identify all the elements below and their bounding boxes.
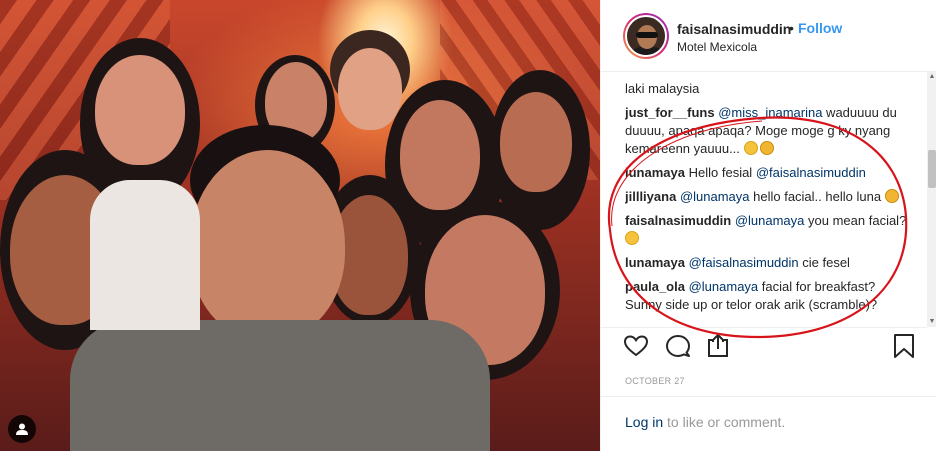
follow-button[interactable]: Follow: [798, 20, 842, 36]
separator-dot: •: [789, 20, 794, 36]
person-face: [400, 100, 480, 210]
comment-text: cie fesel: [798, 255, 850, 270]
avatar[interactable]: [623, 13, 669, 59]
divider: [601, 327, 927, 328]
comment-mention[interactable]: @faisalnasimuddin: [689, 255, 799, 270]
comment-bubble-icon[interactable]: [665, 333, 691, 359]
comment-item: laki malaysia: [625, 80, 909, 98]
comment-text: you mean facial?: [804, 213, 907, 228]
share-icon[interactable]: [705, 333, 731, 359]
person-shirt: [70, 320, 490, 451]
person-face: [500, 92, 572, 192]
tagged-users-button[interactable]: [8, 415, 36, 443]
heart-icon[interactable]: [623, 333, 649, 359]
person-shirt: [90, 180, 200, 330]
post-header: faisalnasimuddin • Follow Motel Mexicola: [601, 0, 936, 72]
comment-mention[interactable]: @lunamaya: [689, 279, 759, 294]
comments-scrollbar[interactable]: ▲ ▼: [927, 72, 936, 327]
comment-item: jillliyana @lunamaya hello facial.. hell…: [625, 188, 909, 206]
username-link[interactable]: faisalnasimuddin: [677, 21, 791, 37]
bookmark-icon[interactable]: [891, 333, 917, 359]
user-icon: [16, 423, 28, 435]
comments-list: laki malaysia just_for__funs @miss_inama…: [625, 80, 909, 322]
comment-text: Hello fesial: [688, 165, 756, 180]
comment-username[interactable]: paula_ola: [625, 279, 685, 294]
comment-username[interactable]: jillliyana: [625, 189, 676, 204]
comment-mention[interactable]: @miss_inamarina: [718, 105, 822, 120]
comment-username[interactable]: lunamaya: [625, 255, 685, 270]
location-link[interactable]: Motel Mexicola: [677, 40, 757, 54]
comment-username[interactable]: lunamaya: [625, 165, 685, 180]
tongue-out-emoji-icon: [625, 231, 639, 245]
comment-text: hello facial.. hello luna: [749, 189, 885, 204]
scroll-down-arrow-icon[interactable]: ▼: [927, 317, 936, 327]
comment-item: just_for__funs @miss_inamarina waduuuu d…: [625, 104, 909, 158]
divider: [601, 396, 936, 397]
post-sidebar: faisalnasimuddin • Follow Motel Mexicola…: [600, 0, 936, 451]
login-prompt-text: to like or comment.: [663, 414, 786, 430]
person-face: [190, 150, 345, 340]
scrollbar-thumb[interactable]: [928, 150, 936, 188]
comment-item: lunamaya Hello fesial @faisalnasimuddin: [625, 164, 909, 182]
person-face: [338, 48, 402, 130]
comment-item: faisalnasimuddin @lunamaya you mean faci…: [625, 212, 909, 248]
laughing-emoji-icon: [759, 141, 774, 155]
comment-mention[interactable]: @lunamaya: [735, 213, 805, 228]
comment-mention[interactable]: @lunamaya: [680, 189, 750, 204]
comment-mention[interactable]: @faisalnasimuddin: [756, 165, 866, 180]
login-link[interactable]: Log in: [625, 414, 663, 430]
comment-item: paula_ola @lunamaya facial for breakfast…: [625, 278, 909, 314]
avatar-image: [625, 15, 667, 57]
login-prompt: Log in to like or comment.: [625, 414, 785, 430]
comment-username[interactable]: faisalnasimuddin: [625, 213, 731, 228]
comment-text: laki malaysia: [625, 81, 700, 96]
comment-username[interactable]: just_for__funs: [625, 105, 715, 120]
grinning-squint-emoji-icon: [743, 141, 758, 155]
scroll-up-arrow-icon[interactable]: ▲: [927, 72, 936, 82]
comment-item: lunamaya @faisalnasimuddin cie fesel: [625, 254, 909, 272]
action-bar: [623, 333, 919, 361]
laughing-emoji-icon: [884, 189, 899, 203]
post-date[interactable]: OCTOBER 27: [625, 376, 685, 386]
person-face: [95, 55, 185, 165]
post-photo[interactable]: [0, 0, 600, 451]
